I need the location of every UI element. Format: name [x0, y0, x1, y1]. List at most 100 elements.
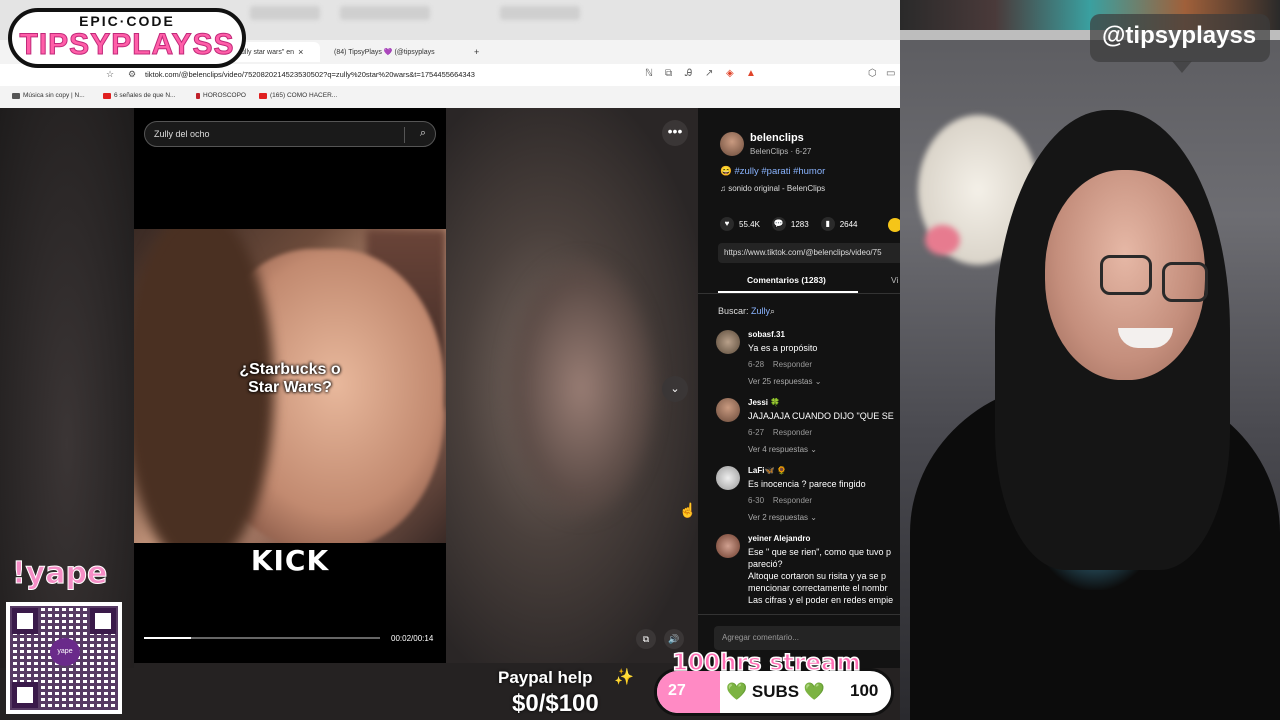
close-icon[interactable]: ×	[298, 47, 303, 57]
avatar[interactable]	[716, 398, 740, 422]
search-value: Zully del ocho	[154, 129, 210, 139]
rewards-icon[interactable]: ▲	[746, 68, 756, 79]
translate-icon[interactable]: ℕ	[645, 68, 653, 79]
youtube-icon	[259, 92, 267, 99]
video-player[interactable]: Zully del ocho ⌕ ¿Starbucks o Star Wars?…	[134, 108, 446, 663]
view-replies-button[interactable]: Ver 25 respuestas ⌄	[748, 377, 821, 386]
reply-button[interactable]: Responder	[773, 428, 812, 437]
search-input[interactable]: Zully del ocho ⌕	[144, 121, 436, 147]
chevron-down-icon[interactable]: ⌄	[662, 376, 688, 402]
search-icon[interactable]: ⌕	[420, 127, 426, 140]
bookmarks-bar: Música sin copy | N... 6 señales de que …	[0, 88, 900, 106]
comment-meta: 6-30 Responder	[748, 496, 812, 505]
panel-tabs: Comentarios (1283) Vi	[698, 272, 900, 294]
search-suggestion[interactable]: Buscar: Zully⌕	[718, 306, 775, 317]
share-icon[interactable]	[888, 218, 900, 232]
bookmark-icon[interactable]: ☆	[106, 69, 114, 80]
bookmark-item[interactable]: (165) COMO HACER...	[259, 92, 337, 99]
avatar[interactable]	[720, 132, 744, 156]
search-term[interactable]: Zully	[751, 306, 770, 316]
video-caption: ¿Starbucks o Star Wars?	[239, 361, 341, 396]
like-button[interactable]: ♥ 55.4K	[720, 217, 760, 231]
video-frame[interactable]: ¿Starbucks o Star Wars?	[134, 229, 446, 543]
copy-link-field[interactable]: https://www.tiktok.com/@belenclips/video…	[718, 243, 900, 263]
channel-logo: EPIC·CODE TIPSYPLAYSS	[8, 8, 246, 68]
qr-finder	[12, 608, 38, 634]
tab-tiktok-search[interactable]: ully star wars" en ×	[235, 42, 320, 62]
pip-icon[interactable]: ⧉	[636, 629, 656, 649]
bookmark-label: 6 señales de que N...	[114, 92, 176, 99]
bookmark-label: Música sin copy | N...	[23, 92, 85, 99]
comment-text: JAJAJAJA CUANDO DIJO "QUE SE	[748, 411, 894, 421]
hashtags[interactable]: 😄 #zully #parati #humor	[720, 166, 825, 177]
tab-tiktok-profile[interactable]: (84) TipsyPlays 💜 (@tipsyplays	[330, 42, 470, 62]
comment-count: 1283	[790, 219, 809, 229]
avatar[interactable]	[716, 466, 740, 490]
comment-user[interactable]: yeiner Alejandro	[748, 534, 810, 543]
avatar[interactable]	[716, 534, 740, 558]
folder-icon	[12, 92, 20, 99]
tab-comments[interactable]: Comentarios (1283)	[747, 275, 826, 285]
bookmark-favicon	[196, 92, 200, 99]
new-tab-button[interactable]: +	[474, 42, 479, 62]
like-count: 55.4K	[739, 219, 760, 229]
comment-button[interactable]: 💬 1283	[771, 217, 809, 231]
logo-top-text: EPIC·CODE	[79, 13, 175, 29]
music-label[interactable]: ♫ sonido original - BelenClips	[720, 184, 825, 193]
share-icon[interactable]: ↗	[705, 68, 713, 79]
sparkle-icon: ✨	[614, 669, 634, 686]
brave-shield-icon[interactable]: ◈	[726, 68, 734, 79]
divider	[404, 127, 405, 143]
goal-current: 27	[668, 682, 686, 699]
comment-icon: 💬	[771, 217, 786, 231]
open-icon[interactable]: ⧉	[665, 68, 672, 79]
more-options-button[interactable]: •••	[662, 120, 688, 146]
comment-line: Altoque cortaron su risita y ya se p	[748, 571, 887, 581]
webcam-feed	[900, 0, 1280, 720]
comment-text: Es inocencia ? parece fingido	[748, 479, 866, 489]
comment-date: 6-27	[748, 428, 765, 437]
view-replies-label: Ver 25 respuestas	[748, 377, 813, 386]
sidebar-icon[interactable]: ▭	[886, 68, 895, 79]
goal-fill	[657, 671, 721, 713]
view-replies-button[interactable]: Ver 2 respuestas ⌄	[748, 513, 817, 522]
blurred-tab	[500, 6, 580, 20]
yape-qr-code: yape	[6, 602, 122, 714]
reply-button[interactable]: Responder	[773, 496, 812, 505]
comment-item: yeiner Alejandro Ese " que se rien", com…	[698, 534, 900, 614]
save-button[interactable]: ▮ 2644	[820, 217, 858, 231]
view-replies-button[interactable]: Ver 4 respuestas ⌄	[748, 445, 817, 454]
author-meta: BelenClips · 6-27	[750, 147, 812, 156]
handle-badge-tail	[1172, 61, 1192, 73]
comment-user[interactable]: LaFi🦋 🌻	[748, 466, 787, 475]
extensions-icon[interactable]: ⬡	[868, 68, 877, 79]
tab-videos[interactable]: Vi	[891, 275, 898, 285]
tab-label: (84) TipsyPlays 💜 (@tipsyplays	[334, 49, 435, 56]
bookmark-item[interactable]: 6 señales de que N...	[103, 92, 175, 99]
heart-icon: ♥	[720, 217, 734, 231]
bookmark-item[interactable]: Música sin copy | N...	[12, 92, 85, 99]
site-info-icon[interactable]: ⚙	[128, 69, 136, 80]
tab-underline	[718, 291, 858, 293]
language-icon[interactable]: Ꭿ	[685, 68, 692, 79]
comment-user[interactable]: sobasf.31	[748, 330, 785, 339]
url-text[interactable]: tiktok.com/@belenclips/video/75208202145…	[145, 70, 475, 79]
logo-main-text: TIPSYPLAYSS	[19, 28, 235, 62]
comment-line: Las cifras y el poder en redes empie	[748, 595, 894, 605]
stats-row: ♥ 55.4K 💬 1283 ▮ 2644	[720, 217, 858, 231]
kick-watermark: KICK	[250, 544, 330, 577]
reply-button[interactable]: Responder	[773, 360, 812, 369]
add-comment-input[interactable]: Agregar comentario...	[714, 626, 900, 650]
blurred-tab	[340, 6, 430, 20]
bookmark-item[interactable]: HOROSCOPO	[196, 92, 246, 99]
author-name[interactable]: belenclips	[750, 132, 804, 144]
plus-icon[interactable]: +	[474, 47, 479, 57]
mouse-cursor: ☝	[679, 502, 697, 518]
avatar[interactable]	[716, 330, 740, 354]
video-progress-bar[interactable]	[144, 637, 380, 639]
search-icon: ⌕	[770, 306, 776, 316]
comment-user[interactable]: Jessi 🍀	[748, 398, 780, 407]
comment-meta: 6-28 Responder	[748, 360, 812, 369]
volume-icon[interactable]: 🔊	[664, 629, 684, 649]
qr-finder	[12, 682, 38, 708]
